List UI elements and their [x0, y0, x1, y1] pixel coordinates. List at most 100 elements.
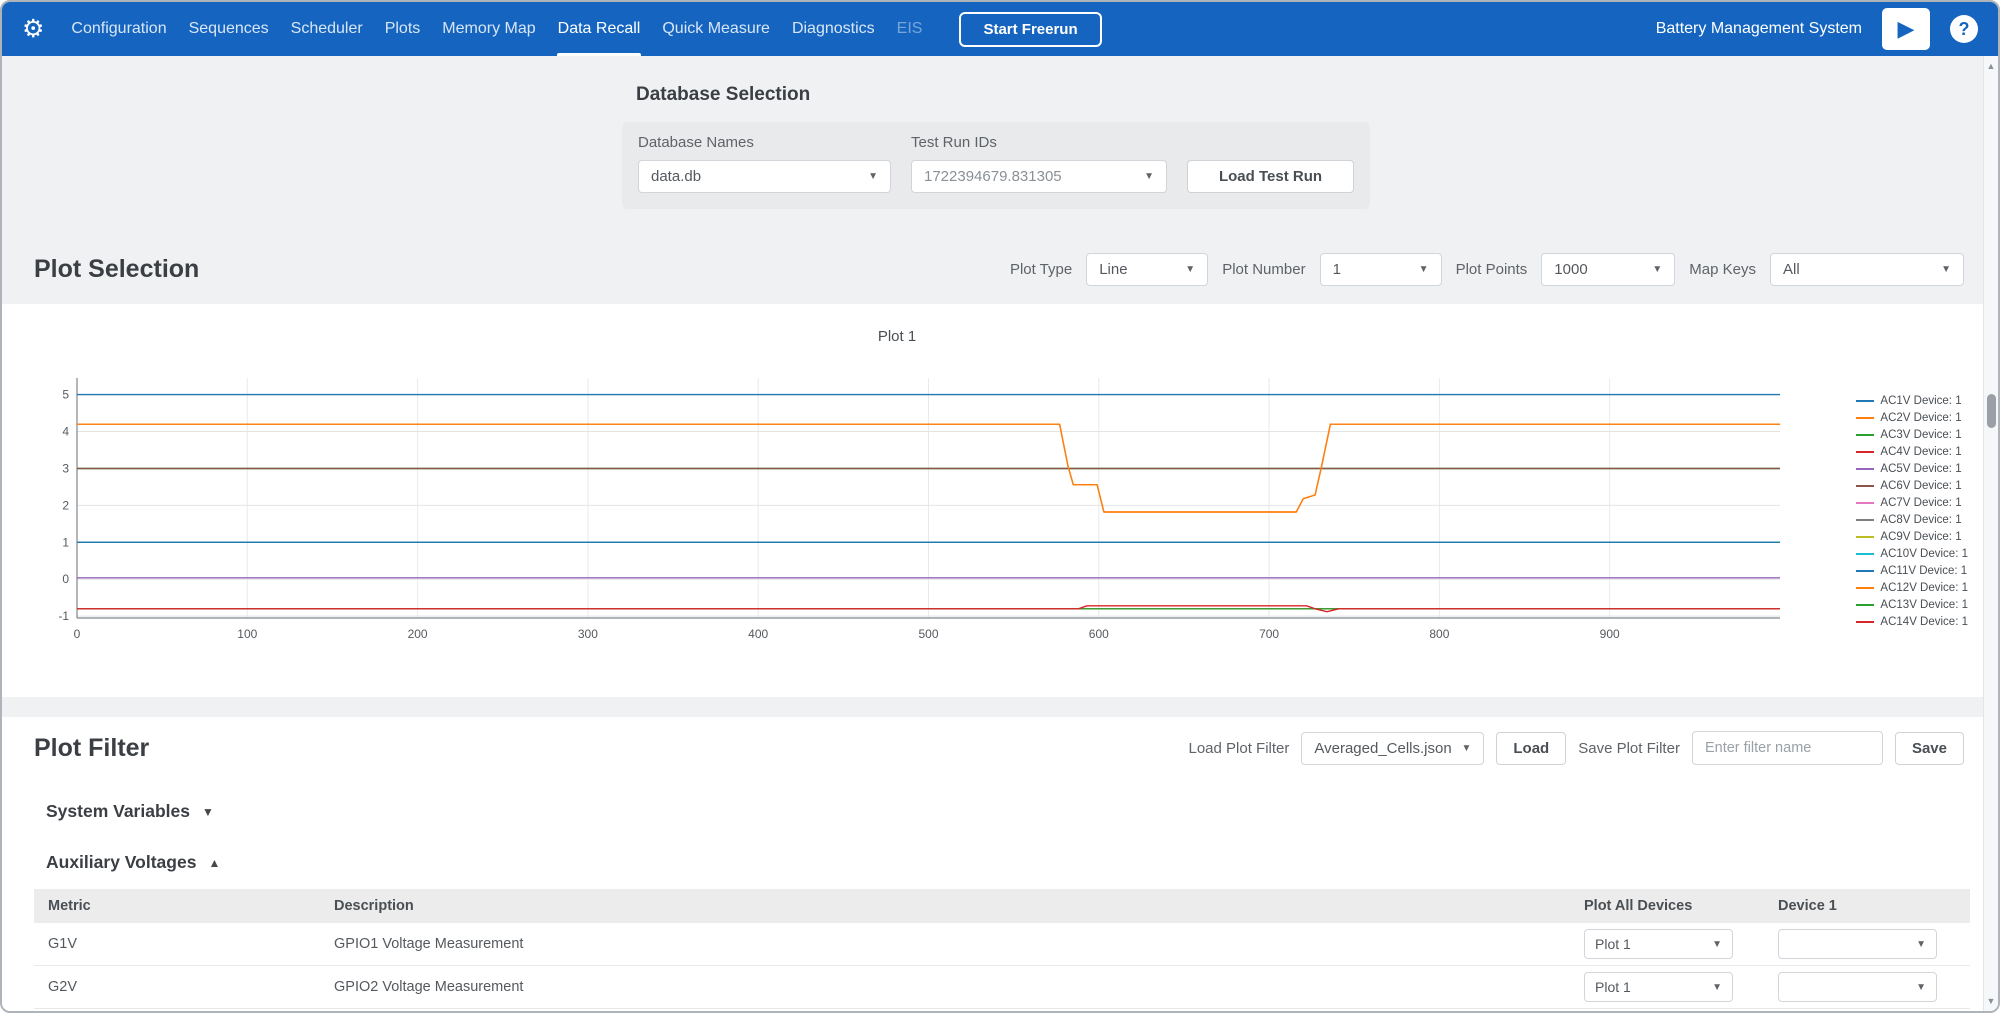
plot-type-dropdown[interactable]: Line ▼ [1086, 253, 1208, 286]
dropdown-value: Plot 1 [1595, 979, 1631, 995]
nav-item-data-recall[interactable]: Data Recall [547, 2, 652, 56]
legend-item[interactable]: AC2V Device: 1 [1856, 409, 1968, 426]
save-plot-filter-label: Save Plot Filter [1578, 740, 1680, 757]
svg-text:1: 1 [62, 535, 69, 549]
nav-item-plots[interactable]: Plots [374, 2, 432, 56]
legend-item[interactable]: AC6V Device: 1 [1856, 477, 1968, 494]
plot-filter-section: Plot Filter Load Plot Filter Averaged_Ce… [2, 717, 1998, 1013]
plot-all-devices-dropdown[interactable]: Plot 1▼ [1584, 972, 1733, 1002]
chevron-down-icon: ▼ [1916, 939, 1926, 950]
nav-items: ConfigurationSequencesSchedulerPlotsMemo… [60, 2, 933, 56]
auxiliary-voltages-toggle[interactable]: Auxiliary Voltages ▲ [46, 852, 1998, 873]
test-run-ids-field: Test Run IDs 1722394679.831305 ▼ [911, 134, 1167, 193]
nav-item-eis[interactable]: EIS [886, 2, 934, 56]
plot-number-dropdown[interactable]: 1 ▼ [1320, 253, 1442, 286]
legend-label: AC12V Device: 1 [1880, 582, 1968, 594]
nav-item-diagnostics[interactable]: Diagnostics [781, 2, 886, 56]
play-icon: ▶ [1898, 18, 1915, 40]
scrollbar-up-arrow-icon[interactable]: ▲ [1984, 58, 1998, 74]
legend-item[interactable]: AC1V Device: 1 [1856, 392, 1968, 409]
legend-item[interactable]: AC3V Device: 1 [1856, 426, 1968, 443]
legend-item[interactable]: AC9V Device: 1 [1856, 528, 1968, 545]
legend-swatch [1856, 451, 1874, 453]
metric-cell: G3V [34, 1009, 320, 1013]
vertical-scrollbar[interactable]: ▲ ▼ [1983, 56, 1998, 1011]
run-play-button[interactable]: ▶ [1882, 8, 1930, 50]
legend-label: AC4V Device: 1 [1880, 446, 1961, 458]
legend-item[interactable]: AC14V Device: 1 [1856, 613, 1968, 630]
load-plot-filter-dropdown[interactable]: Averaged_Cells.json ▼ [1301, 732, 1484, 765]
chevron-down-icon: ▼ [1185, 264, 1195, 275]
plot-all-devices-cell: Plot 1▼ [1570, 1009, 1764, 1013]
legend-label: AC3V Device: 1 [1880, 429, 1961, 441]
svg-text:800: 800 [1429, 627, 1449, 641]
test-run-ids-dropdown[interactable]: 1722394679.831305 ▼ [911, 160, 1167, 193]
test-run-ids-label: Test Run IDs [911, 134, 1167, 151]
nav-item-quick-measure[interactable]: Quick Measure [651, 2, 781, 56]
settings-gear-icon[interactable]: ⚙ [22, 17, 44, 42]
nav-item-sequences[interactable]: Sequences [178, 2, 280, 56]
dropdown-value: Plot 1 [1595, 936, 1631, 952]
device-1-cell: ▼ [1764, 1009, 1970, 1013]
plot-type-label: Plot Type [1010, 261, 1072, 278]
legend-label: AC2V Device: 1 [1880, 412, 1961, 424]
table-row: G3VGPIO3 Voltage MeasurementPlot 1▼▼ [34, 1009, 1970, 1013]
chevron-down-icon: ▼ [1144, 171, 1154, 182]
plot-filter-header-row: Plot Filter Load Plot Filter Averaged_Ce… [34, 731, 1964, 765]
legend-item[interactable]: AC7V Device: 1 [1856, 494, 1968, 511]
main-content: Database Selection Database Names data.d… [2, 56, 1998, 1013]
nav-item-memory-map[interactable]: Memory Map [431, 2, 546, 56]
device-1-dropdown[interactable]: ▼ [1778, 972, 1937, 1002]
svg-text:100: 100 [237, 627, 257, 641]
legend-item[interactable]: AC8V Device: 1 [1856, 511, 1968, 528]
dropdown-value: Averaged_Cells.json [1314, 740, 1451, 757]
legend-swatch [1856, 570, 1874, 572]
load-test-run-button[interactable]: Load Test Run [1187, 160, 1354, 193]
line-chart[interactable]: 0100200300400500600700800900-1012345 [18, 366, 1792, 666]
dropdown-value: 1722394679.831305 [924, 168, 1062, 185]
help-button[interactable]: ? [1950, 15, 1978, 43]
svg-text:0: 0 [62, 572, 69, 586]
map-keys-dropdown[interactable]: All ▼ [1770, 253, 1964, 286]
database-names-dropdown[interactable]: data.db ▼ [638, 160, 891, 193]
chevron-down-icon: ▼ [1941, 264, 1951, 275]
plot-all-devices-cell: Plot 1▼ [1570, 923, 1764, 966]
legend-item[interactable]: AC13V Device: 1 [1856, 596, 1968, 613]
legend-item[interactable]: AC11V Device: 1 [1856, 562, 1968, 579]
chevron-down-icon: ▼ [1916, 982, 1926, 993]
legend-label: AC10V Device: 1 [1880, 548, 1968, 560]
plot-points-dropdown[interactable]: 1000 ▼ [1541, 253, 1675, 286]
start-freerun-button[interactable]: Start Freerun [959, 12, 1101, 47]
legend-swatch [1856, 604, 1874, 606]
scrollbar-down-arrow-icon[interactable]: ▼ [1984, 993, 1998, 1009]
legend-label: AC5V Device: 1 [1880, 463, 1961, 475]
legend-label: AC7V Device: 1 [1880, 497, 1961, 509]
legend-item[interactable]: AC5V Device: 1 [1856, 460, 1968, 477]
system-variables-toggle[interactable]: System Variables ▼ [46, 801, 1998, 822]
scrollbar-thumb[interactable] [1987, 394, 1996, 428]
database-names-label: Database Names [638, 134, 891, 151]
load-filter-button[interactable]: Load [1496, 732, 1566, 765]
save-filter-button[interactable]: Save [1895, 732, 1964, 765]
plot-all-devices-dropdown[interactable]: Plot 1▼ [1584, 929, 1733, 959]
metric-cell: G2V [34, 966, 320, 1009]
legend-label: AC13V Device: 1 [1880, 599, 1968, 611]
legend-item[interactable]: AC10V Device: 1 [1856, 545, 1968, 562]
dropdown-value: data.db [651, 168, 701, 185]
nav-right-group: Battery Management System ▶ ? [1656, 8, 1978, 50]
dropdown-value: 1 [1333, 261, 1341, 278]
legend-swatch [1856, 587, 1874, 589]
legend-item[interactable]: AC4V Device: 1 [1856, 443, 1968, 460]
filter-name-input[interactable] [1692, 731, 1883, 765]
nav-item-configuration[interactable]: Configuration [60, 2, 177, 56]
auxiliary-voltages-label: Auxiliary Voltages [46, 852, 196, 873]
nav-item-scheduler[interactable]: Scheduler [280, 2, 374, 56]
legend-swatch [1856, 553, 1874, 555]
svg-text:0: 0 [74, 627, 81, 641]
plot-filter-controls: Load Plot Filter Averaged_Cells.json ▼ L… [1189, 731, 1965, 765]
legend-swatch [1856, 502, 1874, 504]
legend-label: AC6V Device: 1 [1880, 480, 1961, 492]
device-1-dropdown[interactable]: ▼ [1778, 929, 1937, 959]
svg-text:500: 500 [918, 627, 938, 641]
legend-item[interactable]: AC12V Device: 1 [1856, 579, 1968, 596]
